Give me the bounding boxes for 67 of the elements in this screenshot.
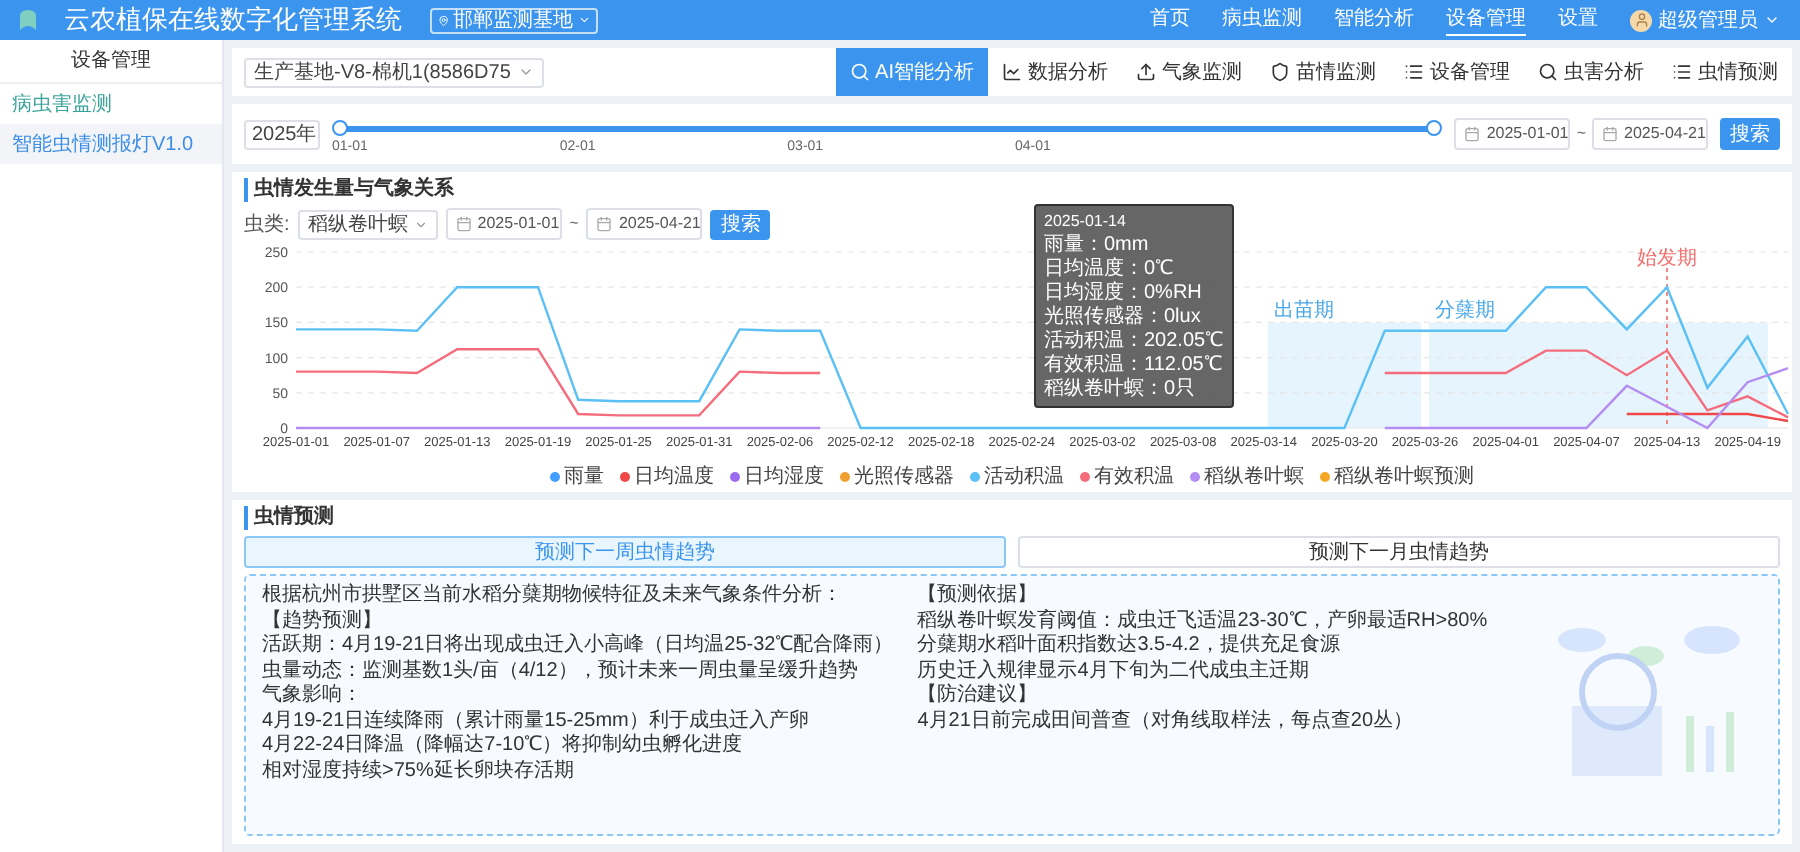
year-select[interactable]: 2025年 [244,119,320,149]
upload-icon [1136,62,1156,82]
legend-label[interactable]: 稻纵卷叶螟预测 [1334,466,1474,488]
filter-label: 虫类: [244,211,290,239]
calendar-icon [596,216,613,232]
sidebar-title: 设备管理 [0,40,222,84]
leaf-logo-icon [16,8,40,32]
forecast-text-line: 虫量动态：监测基数1头/亩（4/12），预计未来一周虫量呈缓升趋势 [262,659,860,684]
slider-handle[interactable] [332,119,348,136]
date-field[interactable]: 2025-01-01 [445,208,562,240]
forecast-text-line: 4月22-24日降温（降幅达7-10℃）将抑制幼虫孵化进度 [262,734,745,759]
range-separator: ~ [1576,122,1586,146]
chevron-down-icon [577,12,590,28]
forecast-button[interactable]: 预测下一月虫情趋势 [1018,536,1780,568]
forecast-text-line: 气象影响： [262,684,364,709]
calendar-icon [455,216,472,232]
tooltip-date: 2025-01-14 [1044,210,1128,234]
legend-label[interactable]: 日均湿度 [744,466,824,488]
list-icon [1672,62,1692,82]
legend-label[interactable]: 有效积温 [1094,466,1174,488]
legend-label[interactable]: 光照传感器 [854,466,954,488]
section-title: 虫情预测 [244,506,1780,530]
tooltip-line: 稻纵卷叶螟：0只 [1044,378,1198,402]
legend-label[interactable]: 活动积温 [984,466,1064,488]
range-separator: ~ [569,212,579,236]
device-select[interactable]: 生产基地-V8-棉机1(8586D75 [244,57,545,87]
calendar-icon [1602,126,1618,142]
calendar-icon [1464,126,1481,142]
legend-label[interactable]: 日均温度 [634,466,714,488]
chevron-down-icon [518,64,535,80]
forecast-text-line: 相对湿度持续>75%延长卵块存活期 [262,759,576,784]
pest-select[interactable]: 稻纵卷叶螟 [297,209,438,239]
tooltip-line: 日均湿度：0%RH [1044,282,1204,305]
chevron-down-icon [1764,12,1780,28]
forecast-text-line: 【预测依据】 [917,584,1040,609]
search-icon [1538,62,1558,82]
growth-stage-label: 出苗期 [1274,300,1335,323]
tooltip-line: 雨量：0mm [1044,234,1151,257]
forecast-text-line: 活跃期：4月19-21日将出现成虫迁入小高峰（日均温25-32℃配合降雨） [262,634,894,659]
forecast-text-line: 【防治建议】 [917,684,1040,709]
user-avatar[interactable] [1630,9,1652,31]
stage-marker-label: 始发期 [1637,248,1698,270]
location-pin-icon [438,13,450,27]
date-field[interactable]: 2025-04-21 [586,208,703,240]
forecast-text-line: 稻纵卷叶螟发育阈值：成虫迁飞适温23-30℃，产卵最适RH>80% [917,609,1488,633]
forecast-text-line: 4月19-21日连续降雨（累计雨量15-25mm）利于成虫迁入产卵 [262,709,811,733]
tooltip-line: 光照传感器：0lux [1044,306,1203,330]
shield-icon [1270,62,1290,82]
forecast-text-line: 【趋势预测】 [262,609,384,633]
forecast-text-line: 分蘖期水稻叶面积指数达3.5-4.2，提供充足食源 [917,634,1342,659]
growth-stage-label: 分蘖期 [1435,300,1496,323]
slider-handle[interactable] [1426,119,1443,136]
app-title: 云农植保在线数字化管理系统 [64,2,402,39]
legend-label[interactable]: 稻纵卷叶螟 [1204,466,1304,488]
forecast-text-line: 历史迁入规律显示4月下旬为二代成虫主迁期 [917,659,1311,683]
tooltip-line: 日均温度：0℃ [1044,258,1176,281]
date-field[interactable]: 2025-04-21 [1592,118,1708,150]
date-field[interactable]: 2025-01-01 [1454,118,1571,150]
tooltip-line: 有效积温：112.05℃ [1044,354,1224,377]
chevron-down-icon [413,217,428,231]
forecast-text-line: 4月21日前完成田间普查（对角线取样法，每点查20丛） [917,709,1416,734]
search-icon [849,62,870,82]
legend-label[interactable]: 雨量 [564,466,604,488]
line-chart-icon [1002,62,1022,82]
forecast-text-line: 根据杭州市拱墅区当前水稻分蘖期物候特征及未来气象条件分析： [262,584,844,609]
list-icon [1404,62,1424,82]
tooltip-line: 活动积温：202.05℃ [1044,330,1224,354]
